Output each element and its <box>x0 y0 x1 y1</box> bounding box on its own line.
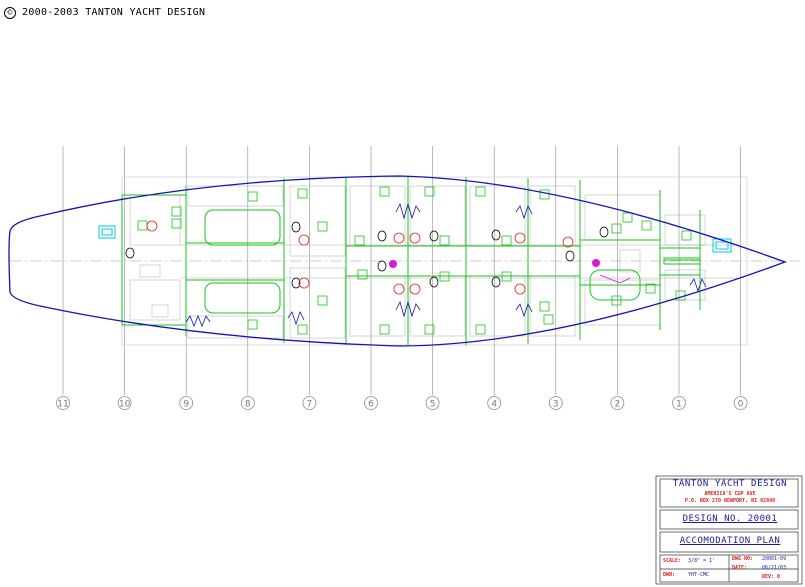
station-markers: 11 10 9 8 7 6 5 4 3 2 1 0 <box>56 396 748 410</box>
station-label-9: 9 <box>183 400 189 410</box>
furniture-piece <box>297 188 308 199</box>
revision: REV: 0 <box>762 574 781 580</box>
firm-name: TANTON YACHT DESIGN <box>672 479 788 489</box>
sink-fixture <box>409 283 421 295</box>
aft-hatch <box>98 225 116 239</box>
head-fixture <box>565 250 575 262</box>
head-fixture <box>377 230 387 242</box>
furniture-piece <box>297 324 308 335</box>
furniture-piece <box>317 221 328 232</box>
furniture-piece <box>354 235 365 246</box>
drawing-title: ACCOMODATION PLAN <box>679 536 781 546</box>
date-value: 06/21/03 <box>762 565 787 571</box>
sink-fixture <box>514 232 526 244</box>
station-label-0: 0 <box>738 400 744 410</box>
furniture-piece <box>475 186 486 197</box>
head-fixture <box>377 260 387 272</box>
sink-fixture <box>146 220 158 232</box>
station-label-7: 7 <box>307 400 313 410</box>
head-fixture <box>491 276 501 288</box>
furniture-piece <box>475 324 486 335</box>
head-fixture <box>125 247 135 259</box>
furniture <box>137 186 692 335</box>
magenta-details <box>389 259 631 284</box>
station-label-11: 11 <box>57 400 68 410</box>
sink-fixture <box>393 232 405 244</box>
sink-fixture <box>409 232 421 244</box>
station-label-6: 6 <box>368 400 374 410</box>
head-fixture <box>491 229 501 241</box>
furniture-piece <box>611 223 622 234</box>
drawing-number-label: DWG NO: <box>732 556 754 562</box>
furniture-piece <box>317 295 328 306</box>
sink-fixture <box>514 283 526 295</box>
head-fixture <box>429 276 439 288</box>
furniture-piece <box>357 269 368 280</box>
address-line-1: AMERICA'S CUP AVE <box>704 491 756 497</box>
station-label-2: 2 <box>615 400 621 410</box>
furniture-piece <box>539 301 550 312</box>
station-lines <box>62 146 741 395</box>
drawn-by-value: YHT-CMC <box>688 572 710 578</box>
scale-value: 3/8" = 1' <box>688 558 716 564</box>
station-label-3: 3 <box>553 400 559 410</box>
deck-hatches <box>98 225 732 253</box>
station-label-10: 10 <box>119 400 131 410</box>
furniture-piece <box>681 230 692 241</box>
furniture-piece <box>379 186 390 197</box>
head-fixture <box>429 230 439 242</box>
drawn-by-label: DWN: <box>663 572 676 578</box>
station-label-8: 8 <box>245 400 251 410</box>
furniture-piece <box>543 314 554 325</box>
station-label-4: 4 <box>491 400 497 410</box>
date-label: DATE: <box>732 565 748 571</box>
furniture-piece <box>247 191 258 202</box>
drawing-canvas: © 2000-2003 TANTON YACHT DESIGN 11 10 9 … <box>0 0 805 587</box>
sink-fixture <box>393 283 405 295</box>
furniture-piece <box>171 206 182 217</box>
drawing-number-value: 20001-09 <box>762 556 787 562</box>
interior-detail <box>129 185 740 339</box>
address-line-2: P.O. BOX 270 NEWPORT, RI 02840 <box>684 498 776 504</box>
furniture-piece <box>379 324 390 335</box>
furniture-piece <box>171 218 182 229</box>
station-label-1: 1 <box>676 400 682 410</box>
furniture-piece <box>247 319 258 330</box>
furniture-piece <box>539 189 550 200</box>
furniture-piece <box>501 235 512 246</box>
furniture-piece <box>622 212 633 223</box>
furniture-piece <box>137 220 148 231</box>
design-number: DESIGN NO. 20001 <box>682 514 778 524</box>
station-label-5: 5 <box>430 400 436 410</box>
furniture-piece <box>641 220 652 231</box>
head-fixture <box>291 221 301 233</box>
sink-fixture <box>298 234 310 246</box>
scale-label: SCALE: <box>663 558 682 564</box>
furniture-piece <box>439 235 450 246</box>
head-fixture <box>599 226 609 238</box>
sink-fixture <box>298 277 310 289</box>
